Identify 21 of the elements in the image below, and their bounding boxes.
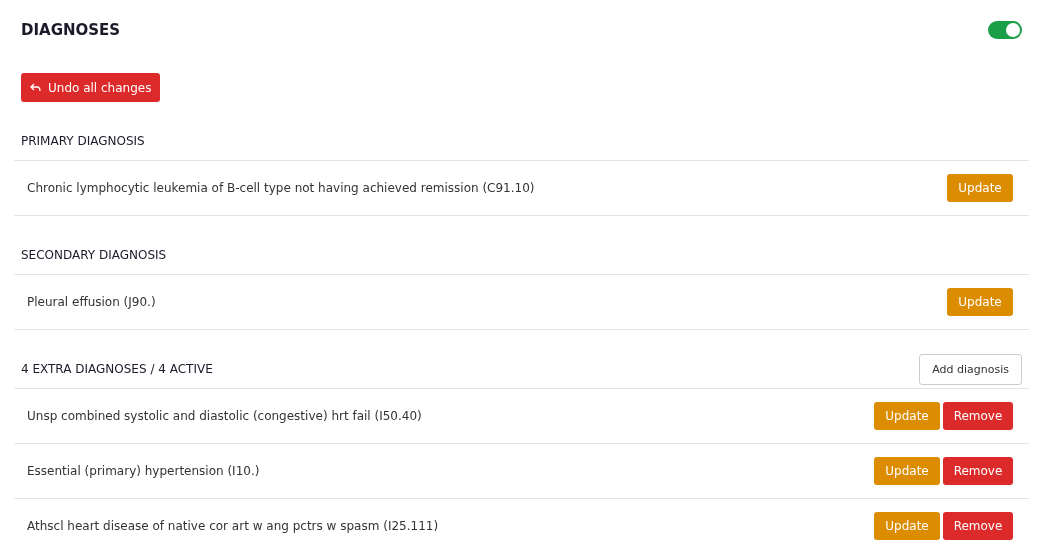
section-heading: SECONDARY DIAGNOSIS (21, 248, 167, 262)
diagnosis-text: Athscl heart disease of native cor art w ang pctrs w spasm (I25.111) (27, 519, 439, 533)
diagnosis-text: Unsp combined systolic and diastolic (congestive) hrt fail (I50.40) (27, 409, 422, 423)
add-diagnosis-button[interactable]: Add diagnosis (919, 353, 1022, 385)
remove-button[interactable]: Remove (943, 457, 1013, 485)
update-button[interactable]: Update (874, 457, 940, 485)
update-button[interactable]: Update (874, 512, 940, 540)
section-heading: 4 EXTRA DIAGNOSES / 4 ACTIVE (21, 362, 213, 376)
page-title: DIAGNOSES (21, 21, 121, 39)
undo-button[interactable]: Undo all changes (21, 73, 161, 102)
diagnosis-text: Chronic lymphocytic leukemia of B-cell type not having achieved remission (C91.10) (27, 181, 535, 195)
remove-button[interactable]: Remove (943, 402, 1013, 430)
update-button[interactable]: Update (947, 174, 1013, 202)
diagnosis-text: Essential (primary) hypertension (I10.) (27, 464, 260, 478)
update-button[interactable]: Update (874, 402, 940, 430)
remove-button[interactable]: Remove (943, 512, 1013, 540)
update-button[interactable]: Update (947, 288, 1013, 316)
diagnosis-text: Pleural effusion (J90.) (27, 295, 156, 309)
section-heading: PRIMARY DIAGNOSIS (21, 134, 145, 148)
undo-arrow-icon (30, 83, 41, 92)
toggle-switch[interactable] (988, 21, 1022, 39)
